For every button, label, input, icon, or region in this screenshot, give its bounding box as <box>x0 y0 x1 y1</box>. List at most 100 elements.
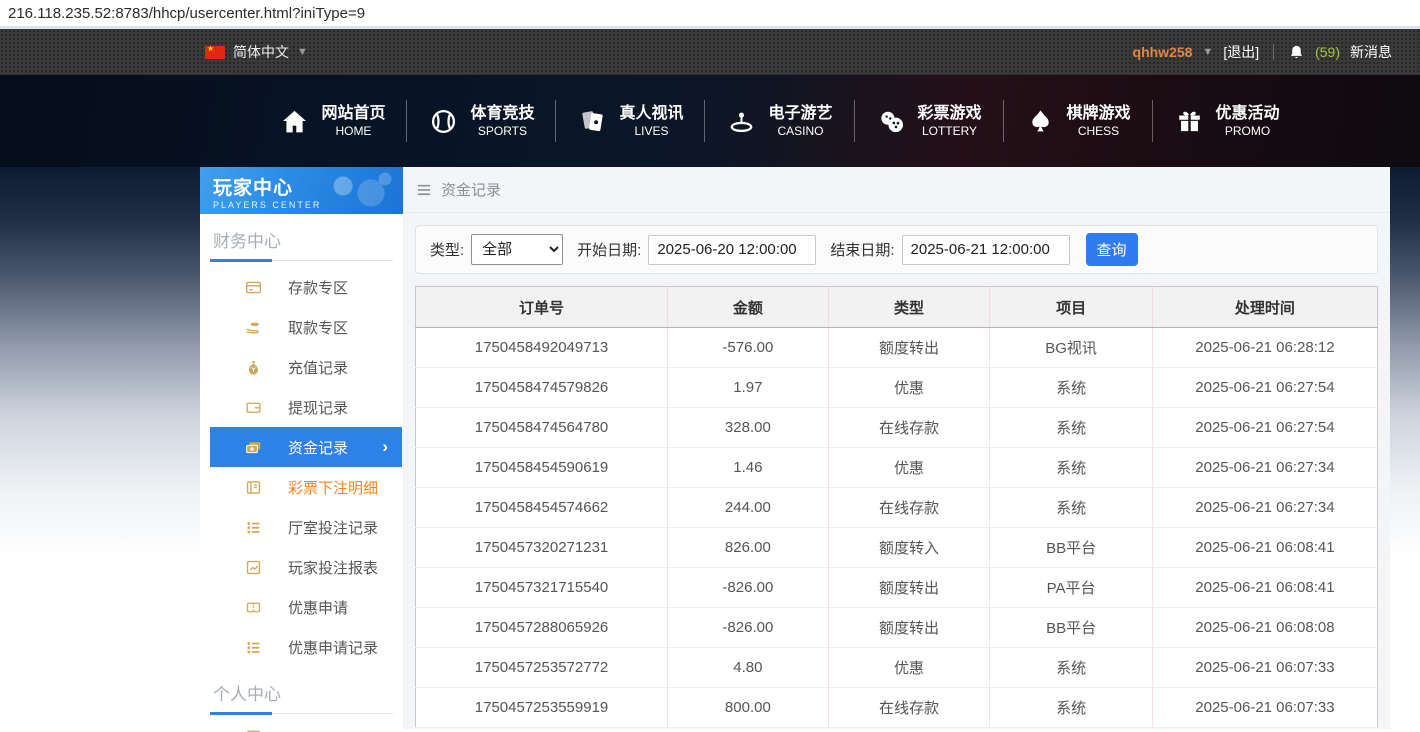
bell-icon[interactable] <box>1288 44 1305 61</box>
table-cell: -826.00 <box>668 608 829 648</box>
table-cell: 2025-06-21 06:08:41 <box>1152 568 1377 608</box>
table-cell: 系统 <box>990 408 1153 448</box>
list-icon <box>245 519 262 536</box>
sidebar-item-player-bet-report[interactable]: 玩家投注报表 <box>200 547 403 587</box>
basketball-icon <box>429 107 458 136</box>
nav-item-chess[interactable]: 棋牌游戏CHESS <box>1004 104 1153 139</box>
sidebar-item-deposit-zone[interactable]: 存款专区 <box>200 267 403 307</box>
table-cell: 1750458454574662 <box>416 488 668 528</box>
table-cell: 额度转出 <box>828 608 990 648</box>
table-cell: 系统 <box>990 368 1153 408</box>
cards-icon <box>578 107 607 136</box>
nav-label-zh: 真人视讯 <box>619 104 683 124</box>
nav-item-casino[interactable]: 电子游艺CASINO <box>705 104 854 139</box>
gift-icon <box>1175 107 1204 136</box>
sidebar-item-label: 取款专区 <box>288 317 348 338</box>
table-cell: 1750458474564780 <box>416 408 668 448</box>
table-cell: 1750458474579826 <box>416 368 668 408</box>
username-link[interactable]: qhhw258 <box>1133 44 1193 60</box>
nav-item-lottery[interactable]: 彩票游戏LOTTERY <box>855 104 1004 139</box>
logout-link[interactable]: [退出] <box>1223 42 1259 62</box>
nav-item-lives[interactable]: 真人视讯LIVES <box>556 104 705 139</box>
nav-label-en: LOTTERY <box>922 124 977 139</box>
table-cell: 4.80 <box>668 648 829 688</box>
sidebar-item-hall-bet-record[interactable]: 厅室投注记录 <box>200 507 403 547</box>
table-cell: 1.46 <box>668 448 829 488</box>
table-cell: 额度转入 <box>828 528 990 568</box>
nav-label-en: CHESS <box>1078 124 1119 139</box>
message-count[interactable]: (59) <box>1315 44 1340 60</box>
nav-label-zh: 彩票游戏 <box>918 104 982 124</box>
sidebar-item-withdraw-zone[interactable]: 取款专区 <box>200 307 403 347</box>
sidebar-item-recharge-record[interactable]: 充值记录 <box>200 347 403 387</box>
type-select[interactable]: 全部 <box>471 234 563 265</box>
nav-item-promo[interactable]: 优惠活动PROMO <box>1153 104 1302 139</box>
table-cell: PA平台 <box>990 568 1153 608</box>
browser-address-bar[interactable]: 216.118.235.52:8783/hhcp/usercenter.html… <box>0 0 1420 29</box>
message-label[interactable]: 新消息 <box>1350 42 1392 62</box>
sidebar-item-promo-apply[interactable]: 优惠申请 <box>200 587 403 627</box>
table-cell: 826.00 <box>668 528 829 568</box>
money-bag-icon <box>245 359 262 376</box>
sidebar-item-label: 厅室投注记录 <box>288 517 378 538</box>
search-button[interactable]: 查询 <box>1086 233 1138 266</box>
table-cell: 1750457288065926 <box>416 608 668 648</box>
column-header: 类型 <box>828 287 990 328</box>
column-header: 处理时间 <box>1152 287 1377 328</box>
nav-label-en: HOME <box>335 124 371 139</box>
page-url[interactable]: 216.118.235.52:8783/hhcp/usercenter.html… <box>8 5 365 22</box>
book-icon <box>245 479 262 496</box>
sidebar-item-label: 资金记录 <box>288 437 348 458</box>
menu-icon <box>416 182 432 198</box>
table-cell: 1750457253572772 <box>416 648 668 688</box>
sidebar-item-label: 提现记录 <box>288 397 348 418</box>
china-flag-icon <box>205 46 225 59</box>
sidebar-item-label: 彩票下注明细 <box>288 477 378 498</box>
wallet-icon <box>245 399 262 416</box>
table-cell: 系统 <box>990 648 1153 688</box>
sidebar-item-lottery-bet-detail[interactable]: 彩票下注明细 <box>200 467 403 507</box>
table-cell: BB平台 <box>990 608 1153 648</box>
table-cell: 2025-06-21 06:28:12 <box>1152 328 1377 368</box>
nav-item-sports[interactable]: 体育竞技SPORTS <box>407 104 556 139</box>
table-row: 1750458492049713-576.00额度转出BG视讯2025-06-2… <box>416 328 1378 368</box>
nav-label-en: LIVES <box>634 124 668 139</box>
sidebar-item-label: 玩家投注报表 <box>288 557 378 578</box>
nav-item-home[interactable]: 网站首页HOME <box>258 104 407 139</box>
chevron-down-icon: ▼ <box>297 46 308 58</box>
table-cell: 1750458492049713 <box>416 328 668 368</box>
table-row: 1750457320271231826.00额度转入BB平台2025-06-21… <box>416 528 1378 568</box>
end-date-input[interactable] <box>902 235 1070 265</box>
coupon-icon <box>245 727 262 732</box>
language-selector[interactable]: 简体中文 ▼ <box>205 42 308 62</box>
sidebar-item-withdrawal-record[interactable]: 提现记录 <box>200 387 403 427</box>
chevron-right-icon: › <box>382 437 388 457</box>
table-row: 1750458454574662244.00在线存款系统2025-06-21 0… <box>416 488 1378 528</box>
sidebar-item-funds-record[interactable]: 资金记录 › <box>210 427 402 467</box>
topbar: 简体中文 ▼ qhhw258 ▼ [退出] (59) 新消息 <box>0 29 1420 75</box>
breadcrumb: 资金记录 <box>403 167 1390 213</box>
table-cell: 244.00 <box>668 488 829 528</box>
table-cell: 2025-06-21 06:08:08 <box>1152 608 1377 648</box>
sidebar-item-promo-apply-record[interactable]: 优惠申请记录 <box>200 627 403 667</box>
table-cell: 1750457253559919 <box>416 688 668 728</box>
table-cell: 800.00 <box>668 688 829 728</box>
column-header: 金额 <box>668 287 829 328</box>
filter-panel: 类型: 全部 开始日期: 结束日期: 查询 <box>415 225 1378 274</box>
start-date-input[interactable] <box>648 235 816 265</box>
table-cell: 2025-06-21 06:07:33 <box>1152 648 1377 688</box>
table-row: 1750457321715540-826.00额度转出PA平台2025-06-2… <box>416 568 1378 608</box>
sidebar-header: 玩家中心 PLAYERS CENTER <box>200 167 403 214</box>
table-cell: 328.00 <box>668 408 829 448</box>
chevron-down-icon[interactable]: ▼ <box>1202 46 1213 58</box>
nav-label-en: CASINO <box>777 124 823 139</box>
column-header: 项目 <box>990 287 1153 328</box>
main-nav: 网站首页HOME体育竞技SPORTS真人视讯LIVES电子游艺CASINO彩票游… <box>258 104 1301 139</box>
table-body: 1750458492049713-576.00额度转出BG视讯2025-06-2… <box>416 328 1378 728</box>
table-cell: 系统 <box>990 448 1153 488</box>
table-cell: 2025-06-21 06:27:34 <box>1152 488 1377 528</box>
table-cell: 在线存款 <box>828 408 990 448</box>
home-icon <box>280 107 309 136</box>
sidebar-item-partial[interactable] <box>200 714 403 732</box>
table-cell: -826.00 <box>668 568 829 608</box>
